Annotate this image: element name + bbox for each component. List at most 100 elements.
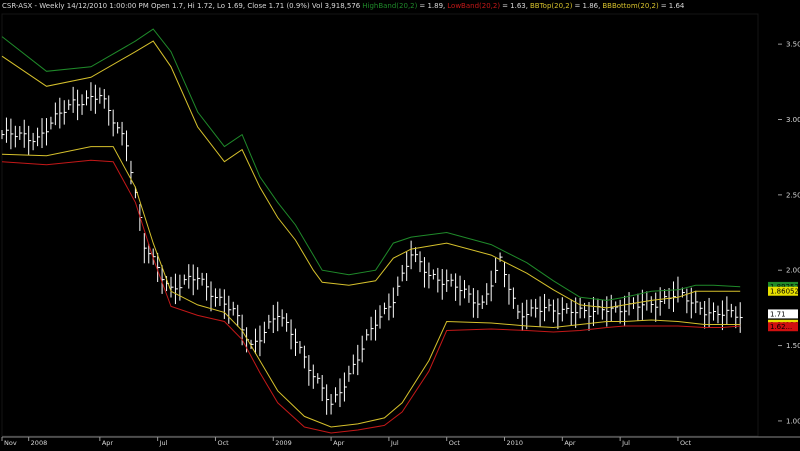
price-bar	[281, 309, 285, 327]
price-bar	[673, 281, 677, 312]
x-tick-label: 2008	[31, 439, 48, 447]
price-bar	[477, 290, 481, 319]
legend-low-band-label: LowBand(20,2)	[447, 2, 501, 10]
price-bar	[277, 301, 281, 332]
legend-bb-bottom-value: = 1.64	[660, 2, 685, 10]
plot-frame	[1, 13, 759, 437]
price-bar	[5, 117, 9, 143]
x-tick-label: Apr	[333, 439, 345, 447]
price-bar	[339, 378, 343, 408]
price-bar	[401, 264, 405, 282]
price-bar	[508, 274, 512, 305]
price-bar	[481, 295, 485, 309]
price-bar	[717, 305, 721, 324]
price-bar	[432, 269, 436, 280]
price-bar	[463, 280, 467, 299]
price-bar	[713, 302, 717, 321]
price-bar	[317, 373, 321, 384]
price-bar	[19, 126, 23, 140]
price-bar	[379, 305, 383, 329]
price-bar	[121, 121, 125, 146]
price-bar	[423, 257, 427, 288]
x-tick-label: Oct	[217, 439, 229, 447]
price-bar	[1, 130, 5, 140]
price-bar	[410, 240, 414, 270]
price-bar	[54, 102, 58, 126]
legend-high-band-value: = 1.89,	[419, 2, 446, 10]
price-bar	[268, 314, 272, 329]
price-bar	[650, 296, 654, 313]
price-bar	[295, 328, 299, 356]
legend-bb-top-label: BBTop(20,2)	[529, 2, 573, 10]
price-bar	[530, 299, 534, 317]
last-value-tag-label: 1.86052	[770, 288, 799, 296]
price-bar	[686, 288, 690, 314]
price-bar	[37, 127, 41, 147]
price-bar	[419, 251, 423, 273]
price-bar	[59, 97, 63, 129]
price-bars	[1, 82, 743, 415]
price-bar	[552, 299, 556, 323]
price-bar	[206, 273, 210, 301]
price-bar	[308, 355, 312, 386]
x-tick-label: Oct	[680, 439, 692, 447]
price-bar	[214, 288, 218, 307]
price-bar	[637, 293, 641, 321]
price-bar	[77, 89, 81, 121]
price-bar	[94, 84, 98, 114]
price-bar	[237, 304, 241, 327]
price-bar	[23, 119, 27, 148]
price-bar	[579, 297, 583, 319]
price-bar	[472, 288, 476, 318]
price-bar	[730, 303, 734, 318]
price-bar	[539, 296, 543, 327]
price-bar	[126, 130, 130, 162]
price-bar	[343, 372, 347, 402]
price-bar	[28, 125, 32, 156]
price-bar	[50, 116, 54, 130]
price-bar	[370, 316, 374, 341]
price-bar	[561, 297, 565, 322]
price-bar	[219, 288, 223, 306]
price-chart[interactable]: 1.00 1.50 2.00 2.50 3.00 3.50 Nov 2008 Apr Jul Oc…	[0, 0, 800, 447]
price-bar	[388, 293, 392, 321]
y-tick-label: 3.50	[786, 41, 800, 49]
price-bar	[415, 247, 419, 263]
y-tick-label: 2.50	[786, 191, 800, 199]
price-bar	[272, 304, 276, 334]
price-bar	[63, 100, 67, 125]
indicator-lines	[1, 28, 741, 434]
chart-title: CSR-ASX - Weekly 14/12/2010 1:00:00 PM O…	[2, 2, 361, 10]
price-bar	[68, 99, 72, 110]
price-bar	[361, 335, 365, 363]
price-bar	[366, 329, 370, 341]
price-bar	[526, 299, 530, 330]
price-bar	[85, 90, 89, 106]
price-bar	[655, 292, 659, 322]
price-bar	[441, 269, 445, 300]
price-bar	[290, 319, 294, 350]
price-bar	[397, 276, 401, 296]
last-value-tag-label: 1.62...	[770, 323, 792, 331]
price-bar	[45, 118, 49, 146]
series-line-bb-top	[1, 40, 741, 309]
chart-area[interactable]: 1.00 1.50 2.00 2.50 3.00 3.50 Nov 2008 Apr Jul Oc…	[0, 0, 800, 447]
last-value-tags: 1.892521.860521.711.641381.62...	[768, 281, 799, 332]
price-bar	[695, 290, 699, 314]
price-bar	[103, 89, 107, 109]
y-tick-label: 1.00	[786, 417, 800, 425]
price-bar	[726, 296, 730, 325]
price-bar	[263, 321, 267, 344]
x-tick-label: Jul	[390, 439, 399, 447]
legend-bb-bottom-label: BBBottom(20,2)	[602, 2, 659, 10]
price-bar	[174, 273, 178, 305]
price-bar	[286, 313, 290, 332]
price-bar	[32, 132, 36, 151]
price-bar	[254, 328, 258, 354]
price-bar	[201, 272, 205, 286]
chart-legend-header: CSR-ASX - Weekly 14/12/2010 1:00:00 PM O…	[2, 0, 686, 12]
price-bar	[312, 364, 316, 389]
price-bar	[375, 309, 379, 341]
price-bar	[232, 301, 236, 316]
price-bar	[517, 304, 521, 319]
